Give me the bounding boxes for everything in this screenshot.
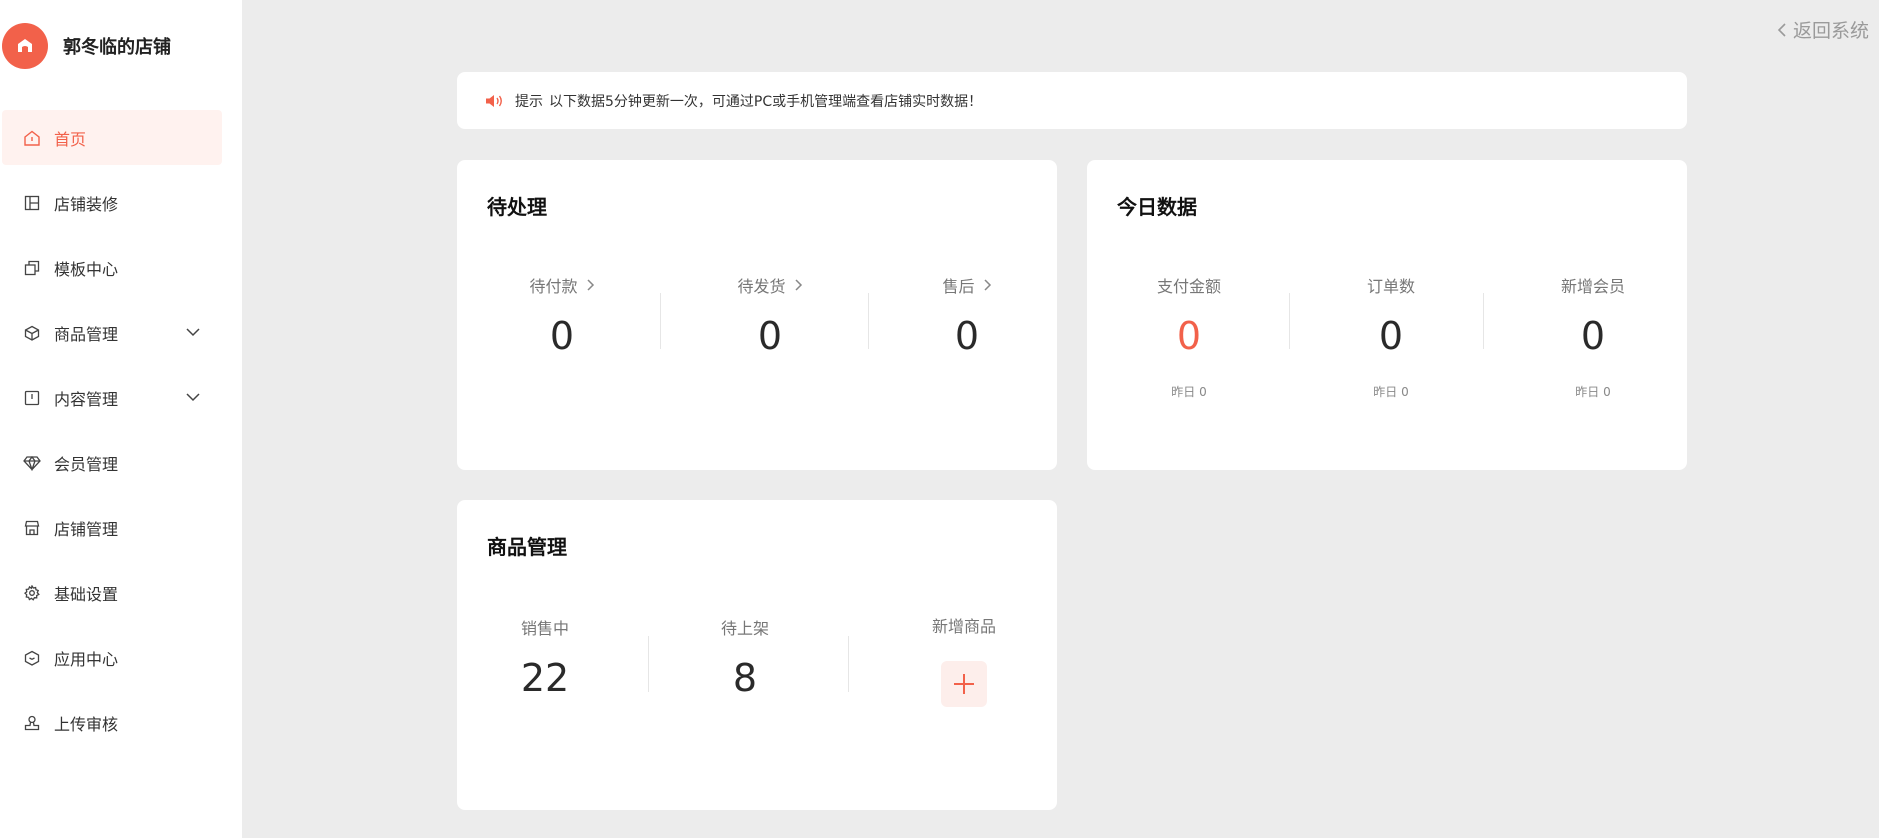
sidebar-item-label: 商品管理 [54, 324, 119, 344]
stamp-icon [22, 713, 42, 733]
new-members-stat: 新增会员 0 昨日 0 [1533, 273, 1653, 400]
divider [1483, 293, 1484, 349]
new-members-value: 0 [1580, 314, 1606, 358]
home-icon [22, 128, 42, 148]
pending-payment-value: 0 [549, 314, 575, 358]
sidebar-item-label: 基础设置 [54, 584, 119, 604]
order-count-yesterday: 昨日 0 [1373, 385, 1409, 399]
pending-payment-stat[interactable]: 待付款 0 [507, 273, 617, 355]
tip-label: 提示 [515, 93, 543, 110]
pending-shipment-stat[interactable]: 待发货 0 [715, 273, 825, 355]
layout-icon [22, 193, 42, 213]
sidebar-item-upload-review[interactable]: 上传审核 [2, 695, 222, 750]
chevron-left-icon [1777, 22, 1786, 37]
pending-card-title: 待处理 [487, 195, 547, 219]
sidebar-item-store-decoration[interactable]: 店铺装修 [2, 175, 222, 230]
chevron-right-icon [983, 279, 991, 291]
sidebar-item-home[interactable]: 首页 [2, 110, 222, 165]
sidebar-item-templates[interactable]: 模板中心 [2, 240, 222, 295]
sidebar-item-label: 内容管理 [54, 389, 119, 409]
pending-shipment-value: 0 [757, 314, 783, 358]
tip-bar: 提示 以下数据5分钟更新一次，可通过PC或手机管理端查看店铺实时数据！ [457, 72, 1687, 129]
chevron-right-icon [586, 279, 594, 291]
back-to-system-label: 返回系统 [1792, 20, 1869, 42]
sidebar-item-label: 应用中心 [54, 649, 119, 669]
product-management-card: 商品管理 销售中 22 待上架 8 新增商品 [457, 500, 1057, 810]
add-product-button[interactable] [941, 661, 987, 707]
payment-amount-yesterday: 昨日 0 [1171, 385, 1207, 399]
new-members-yesterday: 昨日 0 [1575, 385, 1611, 399]
gear-icon [22, 583, 42, 603]
today-data-card-title: 今日数据 [1117, 195, 1197, 219]
divider [660, 293, 661, 349]
sidebar-item-members[interactable]: 会员管理 [2, 435, 222, 490]
book-icon [22, 388, 42, 408]
new-members-label: 新增会员 [1560, 277, 1625, 296]
shop-logo-icon [2, 23, 48, 69]
pending-listing-value: 8 [732, 656, 758, 700]
after-sales-label: 售后 [942, 277, 975, 296]
store-icon [22, 518, 42, 538]
order-count-value: 0 [1378, 314, 1404, 358]
pending-listing-stat[interactable]: 待上架 8 [690, 615, 800, 697]
product-management-card-title: 商品管理 [487, 535, 567, 559]
sidebar-nav: 首页 店铺装修 模板中心 商品管理 内容管理 会员管理 店铺管理 基础设置 应用… [0, 110, 242, 760]
speaker-icon [485, 93, 505, 109]
add-product-label: 新增商品 [931, 617, 996, 636]
brand: 郭冬临的店铺 [2, 23, 171, 69]
on-sale-value: 22 [520, 656, 570, 700]
divider [1289, 293, 1290, 349]
chevron-right-icon [794, 279, 802, 291]
sidebar-item-label: 店铺管理 [54, 519, 119, 539]
payment-amount-stat: 支付金额 0 昨日 0 [1129, 273, 1249, 400]
on-sale-label: 销售中 [520, 619, 569, 638]
plus-icon [954, 674, 974, 694]
payment-amount-label: 支付金额 [1156, 277, 1221, 296]
after-sales-stat[interactable]: 售后 0 [912, 273, 1022, 355]
sidebar-item-label: 模板中心 [54, 259, 119, 279]
copy-icon [22, 258, 42, 278]
chevron-down-icon [186, 393, 200, 402]
order-count-label: 订单数 [1366, 277, 1415, 296]
sidebar-item-label: 店铺装修 [54, 194, 119, 214]
pending-listing-label: 待上架 [720, 619, 769, 638]
cube-icon [22, 323, 42, 343]
payment-amount-value: 0 [1176, 314, 1202, 358]
sidebar-item-label: 首页 [54, 129, 87, 149]
on-sale-stat[interactable]: 销售中 22 [490, 615, 600, 697]
sidebar-item-app-center[interactable]: 应用中心 [2, 630, 222, 685]
sidebar-item-content[interactable]: 内容管理 [2, 370, 222, 425]
tip-text: 以下数据5分钟更新一次，可通过PC或手机管理端查看店铺实时数据！ [549, 93, 983, 110]
sidebar-item-products[interactable]: 商品管理 [2, 305, 222, 360]
divider [848, 636, 849, 692]
order-count-stat: 订单数 0 昨日 0 [1331, 273, 1451, 400]
sidebar-item-label: 会员管理 [54, 454, 119, 474]
pending-card: 待处理 待付款 0 待发货 0 售后 0 [457, 160, 1057, 470]
sidebar-item-label: 上传审核 [54, 714, 119, 734]
box-icon [22, 648, 42, 668]
diamond-icon [22, 453, 42, 473]
pending-payment-label: 待付款 [529, 277, 578, 296]
back-to-system-link[interactable]: 返回系统 [1777, 16, 1869, 43]
chevron-down-icon [186, 328, 200, 337]
divider [868, 293, 869, 349]
today-data-card: 今日数据 支付金额 0 昨日 0 订单数 0 昨日 0 新增会员 0 昨日 0 [1087, 160, 1687, 470]
divider [648, 636, 649, 692]
pending-shipment-label: 待发货 [737, 277, 786, 296]
sidebar-item-store-management[interactable]: 店铺管理 [2, 500, 222, 555]
after-sales-value: 0 [954, 314, 980, 358]
shop-name: 郭冬临的店铺 [63, 37, 171, 58]
add-product-stat: 新增商品 [909, 613, 1019, 707]
sidebar: 郭冬临的店铺 首页 店铺装修 模板中心 商品管理 内容管理 会员管理 店铺管理 … [0, 0, 242, 838]
sidebar-item-settings[interactable]: 基础设置 [2, 565, 222, 620]
